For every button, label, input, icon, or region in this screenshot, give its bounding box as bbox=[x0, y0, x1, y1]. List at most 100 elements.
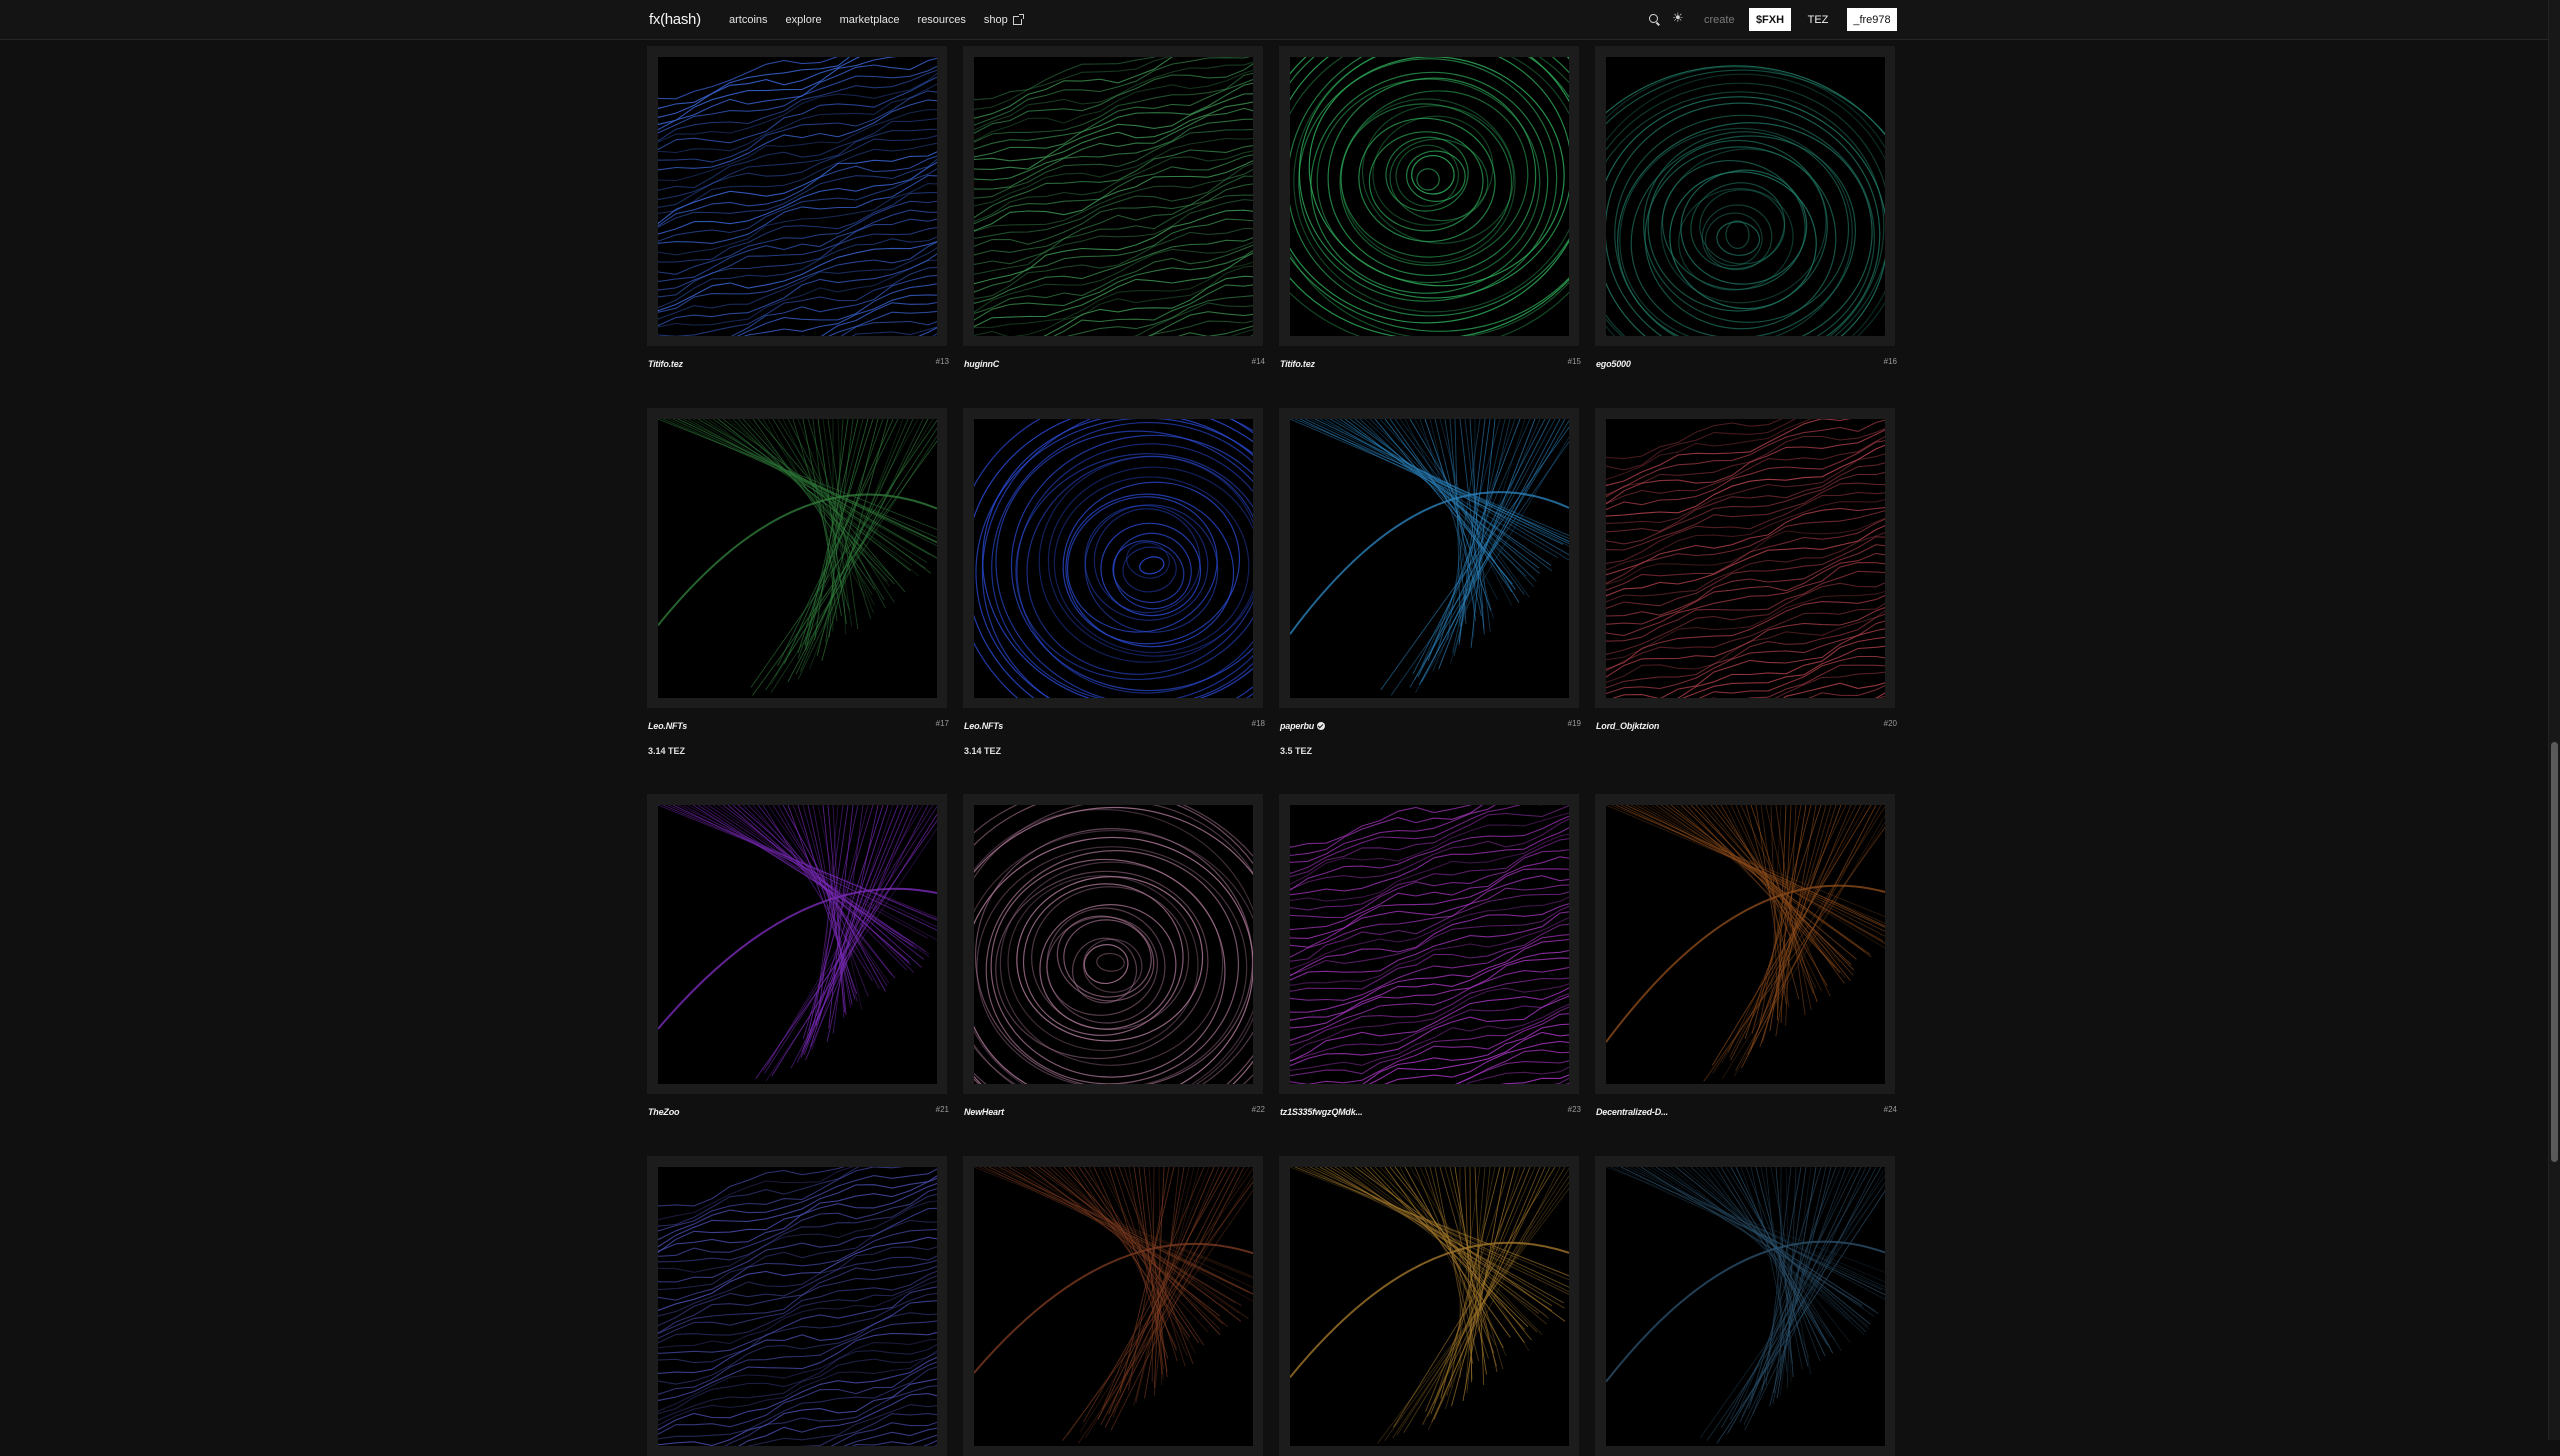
generative-artwork bbox=[1290, 57, 1569, 336]
scrollbar[interactable] bbox=[2548, 0, 2560, 1440]
top-navigation: fx(hash) artcoins explore marketplace re… bbox=[0, 0, 2548, 40]
gentk-thumbnail[interactable] bbox=[647, 46, 947, 346]
artwork-svg bbox=[1290, 805, 1569, 1084]
gentk-thumbnail[interactable] bbox=[1595, 1156, 1895, 1456]
main-nav: artcoins explore marketplace resources s… bbox=[729, 14, 1040, 26]
author-name[interactable]: Lord_Objktzion bbox=[1596, 721, 1659, 731]
gentk-thumbnail[interactable] bbox=[1279, 794, 1579, 1094]
user-account-button[interactable]: _fre978 bbox=[1847, 8, 1897, 31]
artwork-svg bbox=[1290, 1167, 1569, 1446]
nav-item-shop[interactable]: shop bbox=[984, 14, 1022, 26]
gentk-thumbnail[interactable] bbox=[647, 1156, 947, 1456]
author-label: Leo.NFTs bbox=[648, 721, 687, 731]
author-label: ego5000 bbox=[1596, 359, 1631, 369]
generative-artwork bbox=[1606, 805, 1885, 1084]
gentk-thumbnail[interactable] bbox=[963, 46, 1263, 346]
generative-artwork bbox=[974, 805, 1253, 1084]
gentk-thumbnail[interactable] bbox=[1279, 408, 1579, 708]
gentk-thumbnail[interactable] bbox=[1595, 794, 1895, 1094]
gentk-thumbnail[interactable] bbox=[963, 408, 1263, 708]
author-name[interactable]: tz1S335fwgzQMdk... bbox=[1280, 1107, 1362, 1117]
author-name[interactable]: Titifo.tez bbox=[648, 359, 683, 369]
author-label: Lord_Objktzion bbox=[1596, 721, 1659, 731]
author-name[interactable]: NewHeart bbox=[964, 1107, 1004, 1117]
author-name[interactable]: paperbu bbox=[1280, 721, 1325, 731]
generative-artwork bbox=[974, 1167, 1253, 1446]
iteration-number: #19 bbox=[1568, 719, 1581, 728]
author-label: Titifo.tez bbox=[1280, 359, 1315, 369]
generative-artwork bbox=[974, 57, 1253, 336]
author-name[interactable]: Leo.NFTs bbox=[648, 721, 687, 731]
nav-item-artcoins[interactable]: artcoins bbox=[729, 14, 768, 26]
gentk-thumbnail[interactable] bbox=[1279, 46, 1579, 346]
artwork-svg bbox=[1606, 805, 1885, 1084]
scrollbar-thumb[interactable] bbox=[2551, 742, 2558, 1162]
fxhash-logo[interactable]: fx(hash) bbox=[649, 11, 701, 28]
iteration-number: #20 bbox=[1884, 719, 1897, 728]
author-label: huginnC bbox=[964, 359, 999, 369]
tez-balance-button[interactable]: TEZ bbox=[1803, 8, 1833, 31]
author-name[interactable]: Titifo.tez bbox=[1280, 359, 1315, 369]
generative-artwork bbox=[1290, 805, 1569, 1084]
gentk-thumbnail[interactable] bbox=[647, 794, 947, 1094]
artwork-svg bbox=[658, 1167, 937, 1446]
artwork-svg bbox=[974, 57, 1253, 336]
nav-item-resources[interactable]: resources bbox=[918, 14, 966, 26]
author-name[interactable]: Leo.NFTs bbox=[964, 721, 1003, 731]
search-icon[interactable] bbox=[1649, 14, 1658, 23]
nav-item-explore[interactable]: explore bbox=[786, 14, 822, 26]
iteration-number: #18 bbox=[1252, 719, 1265, 728]
artwork-svg bbox=[658, 419, 937, 698]
nav-item-marketplace[interactable]: marketplace bbox=[840, 14, 900, 26]
iteration-number: #15 bbox=[1568, 357, 1581, 366]
artwork-svg bbox=[1606, 419, 1885, 698]
gentk-thumbnail[interactable] bbox=[1279, 1156, 1579, 1456]
nav-item-shop-label: shop bbox=[984, 14, 1008, 26]
author-name[interactable]: TheZoo bbox=[648, 1107, 679, 1117]
listing-price: 3.14 TEZ bbox=[964, 746, 1001, 756]
artwork-svg bbox=[1606, 57, 1885, 336]
gentk-thumbnail[interactable] bbox=[963, 1156, 1263, 1456]
generative-artwork bbox=[658, 805, 937, 1084]
generative-artwork bbox=[1606, 57, 1885, 336]
gentk-thumbnail[interactable] bbox=[647, 408, 947, 708]
gentk-thumbnail[interactable] bbox=[963, 794, 1263, 1094]
artwork-svg bbox=[974, 1167, 1253, 1446]
artwork-svg bbox=[974, 805, 1253, 1084]
artwork-svg bbox=[1290, 57, 1569, 336]
artwork-svg bbox=[1606, 1167, 1885, 1446]
author-name[interactable]: Decentralized-D... bbox=[1596, 1107, 1668, 1117]
generative-artwork bbox=[658, 419, 937, 698]
artwork-svg bbox=[1290, 419, 1569, 698]
sun-icon[interactable]: ☀ bbox=[1672, 11, 1684, 24]
author-name[interactable]: huginnC bbox=[964, 359, 999, 369]
external-link-icon bbox=[1013, 16, 1022, 25]
iteration-number: #13 bbox=[936, 357, 949, 366]
artwork-svg bbox=[658, 805, 937, 1084]
listing-price: 3.14 TEZ bbox=[648, 746, 685, 756]
generative-artwork bbox=[658, 57, 937, 336]
author-name[interactable]: ego5000 bbox=[1596, 359, 1631, 369]
verified-badge-icon bbox=[1317, 722, 1325, 730]
author-label: tz1S335fwgzQMdk... bbox=[1280, 1107, 1362, 1117]
author-label: Leo.NFTs bbox=[964, 721, 1003, 731]
author-label: Decentralized-D... bbox=[1596, 1107, 1668, 1117]
iteration-number: #14 bbox=[1252, 357, 1265, 366]
artwork-svg bbox=[658, 57, 937, 336]
generative-artwork bbox=[1606, 419, 1885, 698]
gentk-thumbnail[interactable] bbox=[1595, 408, 1895, 708]
create-link[interactable]: create bbox=[1704, 14, 1735, 26]
author-label: NewHeart bbox=[964, 1107, 1004, 1117]
iteration-number: #21 bbox=[936, 1105, 949, 1114]
iteration-number: #22 bbox=[1252, 1105, 1265, 1114]
artwork-svg bbox=[974, 419, 1253, 698]
fxh-balance-button[interactable]: $FXH bbox=[1749, 8, 1791, 31]
generative-artwork bbox=[658, 1167, 937, 1446]
generative-artwork bbox=[974, 419, 1253, 698]
gentk-thumbnail[interactable] bbox=[1595, 46, 1895, 346]
iteration-number: #16 bbox=[1884, 357, 1897, 366]
generative-artwork bbox=[1290, 1167, 1569, 1446]
listing-price: 3.5 TEZ bbox=[1280, 746, 1312, 756]
author-label: Titifo.tez bbox=[648, 359, 683, 369]
generative-artwork bbox=[1606, 1167, 1885, 1446]
